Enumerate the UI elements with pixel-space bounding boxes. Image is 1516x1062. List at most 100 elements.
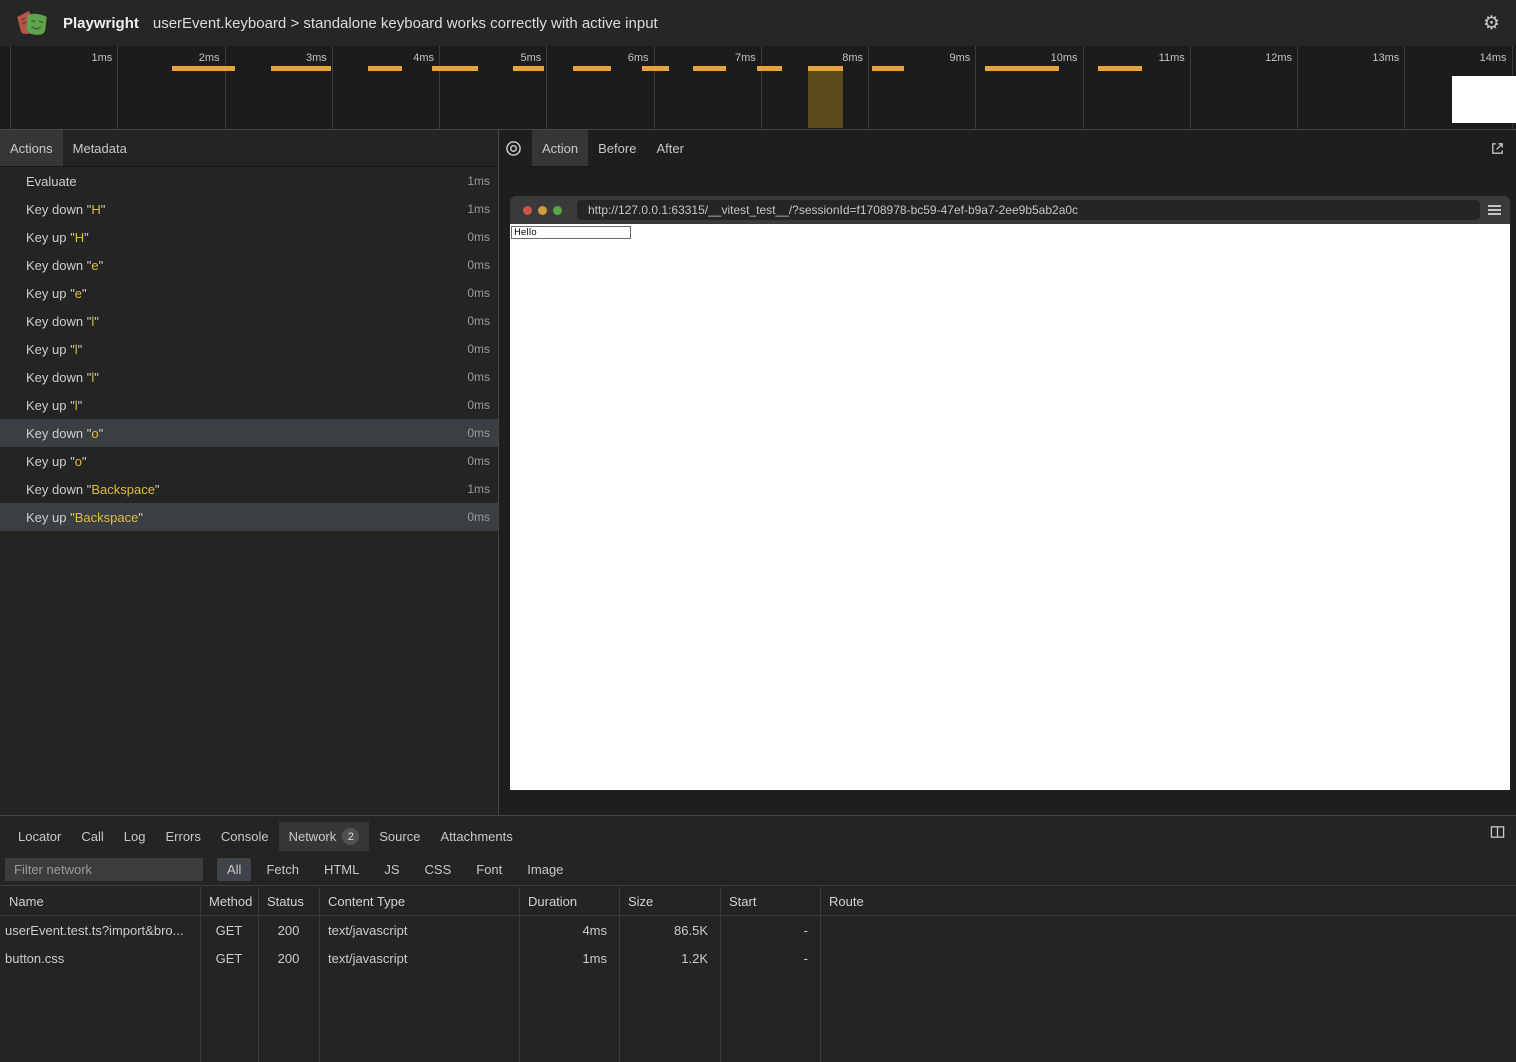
tab-label: Locator [18, 829, 61, 844]
action-row[interactable]: Key down "e"0ms [0, 251, 498, 279]
timeline-action-bar[interactable] [432, 66, 478, 71]
network-request-row[interactable]: userEvent.test.ts?import&bro...GET200tex… [0, 916, 1516, 944]
filter-chip-js[interactable]: JS [374, 858, 409, 881]
timeline-action-bar[interactable] [808, 66, 843, 71]
tab-errors[interactable]: Errors [155, 822, 210, 851]
action-key-value: e [75, 286, 82, 301]
column-divider [200, 887, 201, 1062]
network-filter-input[interactable] [5, 858, 203, 881]
filter-chip-image[interactable]: Image [517, 858, 573, 881]
cell-duration: 1ms [519, 951, 619, 966]
tab-call[interactable]: Call [71, 822, 113, 851]
tab-after[interactable]: After [646, 130, 693, 166]
open-snapshot-icon[interactable] [1484, 130, 1510, 166]
action-row[interactable]: Key up "H"0ms [0, 223, 498, 251]
network-request-row[interactable]: button.cssGET200text/javascript1ms1.2K- [0, 944, 1516, 972]
tab-action[interactable]: Action [532, 130, 588, 166]
snapshot-address-bar: http://127.0.0.1:63315/__vitest_test__/?… [577, 200, 1480, 220]
timeline-action-bar[interactable] [573, 66, 611, 71]
tab-locator[interactable]: Locator [8, 822, 71, 851]
action-title: Key up "l" [26, 342, 467, 357]
timeline-action-bar[interactable] [172, 66, 235, 71]
cell-method: GET [200, 951, 258, 966]
column-divider [519, 887, 520, 1062]
settings-gear-icon[interactable]: ⚙ [1483, 14, 1500, 33]
column-divider [720, 887, 721, 1062]
tab-actions[interactable]: Actions [0, 130, 63, 166]
tab-attachments[interactable]: Attachments [430, 822, 522, 851]
tab-metadata[interactable]: Metadata [63, 130, 137, 166]
action-row[interactable]: Key up "Backspace"0ms [0, 503, 498, 531]
timeline-ruler-label: 6ms [546, 52, 648, 65]
timeline[interactable]: 1ms2ms3ms4ms5ms6ms7ms8ms9ms10ms11ms12ms1… [0, 46, 1516, 130]
action-row[interactable]: Key up "e"0ms [0, 279, 498, 307]
pick-locator-icon[interactable] [500, 130, 526, 166]
action-row[interactable]: Key up "l"0ms [0, 335, 498, 363]
action-title: Evaluate [26, 174, 467, 189]
tab-source[interactable]: Source [369, 822, 430, 851]
timeline-action-bar[interactable] [1098, 66, 1142, 71]
tab-label: Action [542, 141, 578, 156]
tab-label: Attachments [440, 829, 512, 844]
timeline-action-bar[interactable] [271, 66, 331, 71]
filter-chip-html[interactable]: HTML [314, 858, 369, 881]
action-key-value: o [91, 426, 98, 441]
action-row[interactable]: Key down "Backspace"1ms [0, 475, 498, 503]
timeline-ruler-label: 11ms [1083, 52, 1185, 65]
timeline-action-bar[interactable] [642, 66, 669, 71]
action-duration: 0ms [467, 426, 490, 440]
tab-label: Console [221, 829, 269, 844]
timeline-action-bar[interactable] [368, 66, 402, 71]
action-row[interactable]: Key up "l"0ms [0, 391, 498, 419]
tab-before[interactable]: Before [588, 130, 646, 166]
filter-chip-all[interactable]: All [217, 858, 251, 881]
film-strip-frame[interactable] [1452, 76, 1516, 123]
tab-log[interactable]: Log [114, 822, 156, 851]
action-row[interactable]: Key down "l"0ms [0, 363, 498, 391]
column-header-size: Size [619, 894, 720, 909]
filter-chip-font[interactable]: Font [466, 858, 512, 881]
action-row[interactable]: Evaluate1ms [0, 167, 498, 195]
timeline-action-bar[interactable] [693, 66, 726, 71]
snapshot-text-input[interactable] [511, 226, 631, 239]
action-key-value: l [75, 342, 78, 357]
snapshot-page[interactable] [510, 224, 1510, 790]
cell-name: button.css [0, 951, 200, 966]
timeline-selected-action-bar[interactable] [808, 67, 843, 128]
action-row[interactable]: Key down "o"0ms [0, 419, 498, 447]
action-title: Key up "e" [26, 286, 467, 301]
timeline-action-bar[interactable] [872, 66, 904, 71]
action-duration: 0ms [467, 314, 490, 328]
action-title: Key down "H" [26, 202, 467, 217]
action-title: Key down "o" [26, 426, 467, 441]
action-row[interactable]: Key down "l"0ms [0, 307, 498, 335]
tab-label: Actions [10, 141, 53, 156]
column-header-method: Method [200, 894, 258, 909]
tab-network[interactable]: Network2 [279, 822, 370, 851]
action-row[interactable]: Key up "o"0ms [0, 447, 498, 475]
column-divider [619, 887, 620, 1062]
timeline-ruler-label: 7ms [654, 52, 756, 65]
filter-chip-css[interactable]: CSS [415, 858, 462, 881]
action-key-value: l [75, 398, 78, 413]
timeline-action-bar[interactable] [757, 66, 782, 71]
traffic-light-yellow-icon [538, 206, 547, 215]
timeline-ruler-label: 4ms [332, 52, 434, 65]
actions-tabstrip: Actions Metadata [0, 130, 498, 167]
timeline-action-bar[interactable] [513, 66, 544, 71]
action-row[interactable]: Key down "H"1ms [0, 195, 498, 223]
tab-console[interactable]: Console [211, 822, 279, 851]
traffic-light-red-icon [523, 206, 532, 215]
tab-label: Log [124, 829, 146, 844]
toggle-panel-layout-icon[interactable] [1484, 825, 1510, 839]
action-duration: 1ms [467, 174, 490, 188]
action-key-value: l [91, 370, 94, 385]
timeline-action-bar[interactable] [985, 66, 1059, 71]
trace-viewer: Playwright userEvent.keyboard > standalo… [0, 0, 1516, 1062]
action-duration: 0ms [467, 258, 490, 272]
column-header-route: Route [820, 894, 1516, 909]
main-area: ActionsMetadata Evaluate1msKey down "H"1… [0, 130, 1516, 815]
tab-label: After [656, 141, 683, 156]
action-key-value: o [75, 454, 82, 469]
filter-chip-fetch[interactable]: Fetch [256, 858, 309, 881]
